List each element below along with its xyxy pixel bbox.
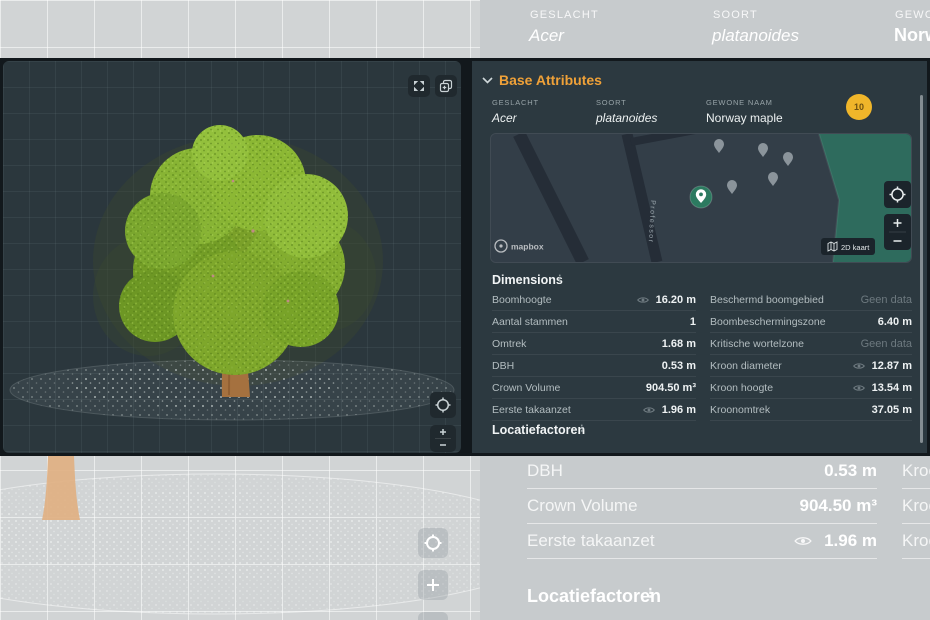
dim-row-kroon-hoogte: Kroon hoogte 13.54 m	[710, 377, 912, 399]
viewer-zoom-control[interactable]	[430, 425, 456, 452]
eye-icon[interactable]	[853, 362, 865, 370]
layers-add-icon	[439, 79, 453, 93]
dimensions-menu-icon[interactable]: ⁝	[558, 272, 562, 285]
soort-field: SOORT platanoides	[596, 98, 657, 125]
gewone-naam-label: GEWONE NAAM	[706, 98, 783, 107]
eye-icon[interactable]	[643, 406, 655, 414]
fullscreen-icon	[412, 79, 426, 93]
bg-row-label: Crown Volume	[527, 496, 800, 516]
bg-partial-label: Kroon hoogte	[902, 496, 930, 516]
bg-partial-label: Kroon diameter	[902, 461, 930, 481]
plus-icon	[440, 429, 446, 435]
gewone-naam-value: Norway maple	[706, 111, 783, 125]
locatiefactoren-title: Locatiefactoren	[492, 423, 585, 437]
bg-row-value: 904.50 m³	[800, 496, 878, 516]
dim-row-omtrek: Omtrek 1.68 m	[492, 333, 696, 355]
bg-gewone-naam-value: Norway maple	[894, 25, 930, 46]
bg-row-crown-volume: Crown Volume 904.50 m³	[527, 488, 877, 524]
bg-row-eerste-takaanzet: Eerste takaanzet 1.96 m	[527, 523, 877, 559]
dim-row-beschermd-boomgebied: Beschermd boomgebied Geen data	[710, 289, 912, 311]
bg-partial-row: Kroon hoogte	[902, 488, 930, 524]
bg-soort-label: SOORT	[713, 9, 758, 21]
bg-soort-value: platanoides	[712, 26, 799, 46]
location-map[interactable]: Professor	[490, 133, 912, 263]
bg-zoom-out-button	[418, 612, 448, 620]
soort-value: platanoides	[596, 111, 657, 125]
eye-icon[interactable]	[637, 296, 649, 304]
compass-icon	[434, 396, 452, 414]
dim-row-crown-volume: Crown Volume 904.50 m³	[492, 377, 696, 399]
bg-row-label: Eerste takaanzet	[527, 531, 794, 551]
bg-pointcloud	[0, 456, 480, 620]
svg-text:mapbox: mapbox	[511, 242, 544, 252]
dim-row-dbh: DBH 0.53 m	[492, 355, 696, 377]
dimensions-table: Boomhoogte 16.20 m Aantal stammen 1 Omtr…	[492, 289, 912, 421]
bg-row-value: 1.96 m	[824, 531, 877, 551]
section-title-base-attributes[interactable]: Base Attributes	[499, 72, 602, 88]
app-window: Base Attributes GESLACHT Acer SOORT plat…	[0, 58, 930, 456]
dim-row-boomhoogte: Boomhoogte 16.20 m	[492, 289, 696, 311]
bg-zoom-in-button	[418, 570, 448, 600]
bg-kebab-icon: ⁝	[648, 584, 653, 602]
bg-partial-label: Kroonomtrek	[902, 531, 930, 551]
dim-row-boombeschermingszone: Boombeschermingszone 6.40 m	[710, 311, 912, 333]
dim-row-kroonomtrek: Kroonomtrek 37.05 m	[710, 399, 912, 421]
geslacht-field: GESLACHT Acer	[492, 98, 539, 125]
pointcloud-viewer[interactable]	[3, 61, 461, 453]
dimensions-right-column: Beschermd boomgebied Geen data Boombesch…	[710, 289, 912, 421]
orbit-compass-button[interactable]	[430, 392, 456, 418]
eye-icon	[794, 535, 812, 547]
map-compass-button[interactable]	[884, 181, 911, 208]
score-badge[interactable]: 10	[846, 94, 872, 120]
plus-icon	[425, 577, 441, 593]
bg-geslacht-label: GESLACHT	[530, 9, 599, 21]
dim-row-kritische-wortelzone: Kritische wortelzone Geen data	[710, 333, 912, 355]
bg-partial-row: Kroon diameter	[902, 453, 930, 489]
gewone-naam-field: GEWONE NAAM Norway maple	[706, 98, 783, 125]
map-2d-label: 2D kaart	[841, 243, 870, 252]
map-zoom-control[interactable]	[884, 214, 911, 250]
bg-partial-row: Kroonomtrek	[902, 523, 930, 559]
dimensions-left-column: Boomhoogte 16.20 m Aantal stammen 1 Omtr…	[492, 289, 696, 421]
soort-label: SOORT	[596, 98, 657, 107]
geslacht-label: GESLACHT	[492, 98, 539, 107]
map-2d-button[interactable]: 2D kaart	[821, 238, 875, 255]
bg-row-label: DBH	[527, 461, 824, 481]
dim-row-eerste-takaanzet: Eerste takaanzet 1.96 m	[492, 399, 696, 421]
dimensions-title: Dimensions	[492, 273, 563, 287]
bg-row-dbh: DBH 0.53 m	[527, 453, 877, 489]
screen: GESLACHT Acer SOORT platanoides GEWONE N…	[0, 0, 930, 620]
layers-add-button[interactable]	[435, 75, 457, 97]
chevron-down-icon[interactable]	[482, 77, 493, 84]
bg-section-title: Locatiefactoren	[527, 586, 661, 607]
bg-gewone-naam-label: GEWONE NAAM	[895, 9, 930, 21]
bg-geslacht-value: Acer	[529, 26, 564, 46]
fullscreen-button[interactable]	[408, 75, 430, 97]
dim-row-kroon-diameter: Kroon diameter 12.87 m	[710, 355, 912, 377]
locatiefactoren-menu-icon[interactable]: ⁝	[580, 422, 584, 435]
panel-scrollbar[interactable]	[920, 95, 923, 443]
dim-row-aantal-stammen: Aantal stammen 1	[492, 311, 696, 333]
compass-icon	[423, 533, 443, 553]
selected-tree-marker[interactable]	[690, 186, 712, 208]
bg-compass-button	[418, 528, 448, 558]
geslacht-value: Acer	[492, 111, 539, 125]
tree-pointcloud	[3, 61, 461, 453]
attributes-panel: Base Attributes GESLACHT Acer SOORT plat…	[472, 61, 927, 453]
bg-row-value: 0.53 m	[824, 461, 877, 481]
eye-icon[interactable]	[853, 384, 865, 392]
